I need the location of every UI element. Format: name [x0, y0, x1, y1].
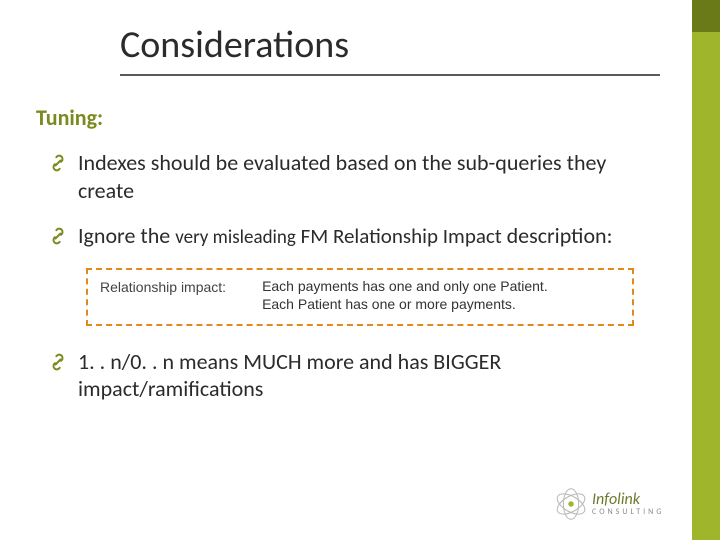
- accent-bar: [692, 0, 720, 540]
- logo-main: Infolink: [592, 492, 664, 508]
- link-icon: [48, 225, 68, 245]
- text-run-small: very misleading: [175, 226, 296, 249]
- text-run-fm: FM Relationship Impact: [296, 223, 507, 249]
- list-item: 1. . n/0. . n means MUCH more and has BI…: [78, 348, 660, 403]
- logo-text: Infolink CONSULTING: [592, 492, 664, 516]
- logo-sub: CONSULTING: [592, 508, 664, 516]
- bullet-text: 1. . n/0. . n means MUCH more and has BI…: [78, 348, 501, 403]
- text-run: description:: [507, 222, 613, 249]
- bullet-text: Ignore the very misleading FM Relationsh…: [78, 222, 613, 249]
- title-area: Considerations: [0, 0, 720, 76]
- callout-line: Each payments has one and only one Patie…: [262, 278, 548, 294]
- callout-lines: Each payments has one and only one Patie…: [262, 278, 548, 314]
- logo: Infolink CONSULTING: [554, 482, 674, 526]
- body-area: Tuning: Indexes should be evaluated base…: [0, 76, 720, 403]
- callout-label: Relationship impact:: [100, 278, 226, 314]
- callout-line: Each Patient has one or more payments.: [262, 296, 548, 312]
- bullet-list: Indexes should be evaluated based on the…: [36, 149, 660, 250]
- accent-bar-body: [692, 32, 720, 540]
- bullet-text: Indexes should be evaluated based on the…: [78, 149, 606, 204]
- relationship-impact-callout: Relationship impact: Each payments has o…: [86, 268, 634, 326]
- slide: Considerations Tuning: Indexes should be…: [0, 0, 720, 540]
- link-icon: [48, 152, 68, 172]
- logo-mark-icon: [554, 487, 588, 521]
- accent-bar-top: [692, 0, 720, 32]
- bullet-list: 1. . n/0. . n means MUCH more and has BI…: [36, 348, 660, 403]
- link-icon: [48, 351, 68, 371]
- list-item: Indexes should be evaluated based on the…: [78, 149, 660, 204]
- list-item: Ignore the very misleading FM Relationsh…: [78, 222, 660, 250]
- slide-title: Considerations: [120, 22, 660, 68]
- text-run: Ignore the: [78, 222, 175, 249]
- subheading: Tuning:: [36, 104, 660, 131]
